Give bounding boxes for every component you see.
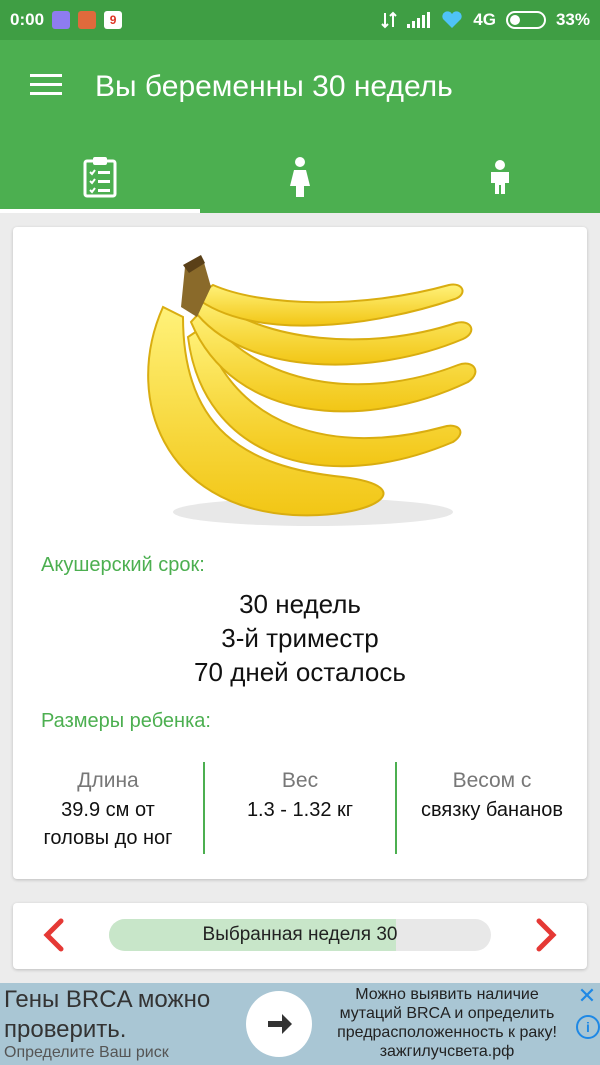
size-value: 1.3 - 1.32 кг: [246, 799, 354, 821]
size-value: связку бананов: [420, 799, 563, 821]
obstetric-term-label: Акушерский срок:: [41, 554, 205, 576]
week-info-card: Акушерский срок: 30 недель 3-й триместр …: [13, 227, 587, 879]
ad-subtitle: Определите Ваш риск: [4, 1044, 169, 1061]
ad-text-line: Можно выявить наличие: [355, 986, 539, 1003]
size-comparison: Весом с связку бананов: [395, 762, 587, 854]
size-weight: Вес 1.3 - 1.32 кг: [203, 762, 395, 854]
ad-domain: зажгилучсвета.рф: [379, 1043, 515, 1060]
ad-text-line: мутаций BRCA и определить: [339, 1005, 555, 1022]
clock: 0:00: [10, 10, 45, 29]
signal-icon: [407, 12, 431, 28]
calendar-icon: 9: [104, 11, 123, 29]
status-bar: 0:00 9 4G 33%: [0, 0, 600, 40]
ad-cta-button[interactable]: [246, 991, 312, 1057]
term-summary: 30 недель 3-й триместр 70 дней осталось: [13, 587, 587, 689]
ad-title-line: Гены BRCA можно: [4, 986, 211, 1013]
app-bar: Вы беременны 30 недель: [0, 40, 600, 140]
ad-text-line: предрасположенность к раку!: [337, 1024, 557, 1041]
app-icon: [78, 11, 97, 29]
clipboard-checklist-icon: [83, 156, 117, 197]
tab-mother[interactable]: [200, 140, 400, 213]
page-title: Вы беременны 30 недель: [95, 70, 453, 103]
battery-level: 33%: [555, 10, 590, 29]
battery-icon: [505, 11, 546, 29]
days-left-value: 70 дней осталось: [194, 657, 406, 687]
app-icon: [52, 11, 71, 29]
size-value: головы до ног: [43, 827, 173, 849]
baby-sizes-grid: Длина 39.9 см от головы до ног Вес 1.3 -…: [13, 762, 587, 854]
size-length: Длина 39.9 см от головы до ног: [13, 762, 203, 854]
selected-week-label: Выбранная неделя 30: [202, 924, 398, 945]
heart-icon: [442, 11, 462, 28]
tab-baby[interactable]: [400, 140, 600, 213]
chevron-right-icon[interactable]: [525, 915, 565, 955]
network-type: 4G: [473, 10, 496, 29]
info-icon[interactable]: i: [576, 1015, 600, 1039]
ad-title: Гены BRCA можно проверить.: [4, 985, 244, 1045]
tab-bar: [0, 140, 600, 213]
close-icon[interactable]: ✕: [576, 985, 598, 1007]
size-heading: Весом с: [452, 769, 532, 792]
week-selector: Выбранная неделя 30: [13, 903, 587, 969]
banana-bunch-illustration: [147, 255, 477, 526]
size-value: 39.9 см от: [61, 799, 155, 821]
ad-title-line: проверить.: [4, 1016, 127, 1043]
child-icon: [491, 159, 509, 194]
weeks-value: 30 недель: [239, 589, 361, 619]
size-heading: Вес: [281, 769, 319, 792]
size-heading: Длина: [77, 769, 139, 792]
trimester-value: 3-й триместр: [221, 623, 379, 653]
chevron-left-icon[interactable]: [35, 915, 75, 955]
data-transfer-icon: [381, 11, 397, 29]
hamburger-menu-icon[interactable]: [30, 74, 62, 98]
ad-description: Можно выявить наличие мутаций BRCA и опр…: [318, 985, 576, 1061]
pregnant-woman-icon: [290, 156, 310, 197]
tab-overview[interactable]: [0, 140, 200, 213]
week-progress-bar[interactable]: Выбранная неделя 30: [109, 919, 491, 951]
ad-banner[interactable]: Гены BRCA можно проверить. Определите Ва…: [0, 983, 600, 1065]
arrow-right-icon: [268, 1014, 292, 1034]
baby-sizes-label: Размеры ребенка:: [41, 710, 211, 732]
